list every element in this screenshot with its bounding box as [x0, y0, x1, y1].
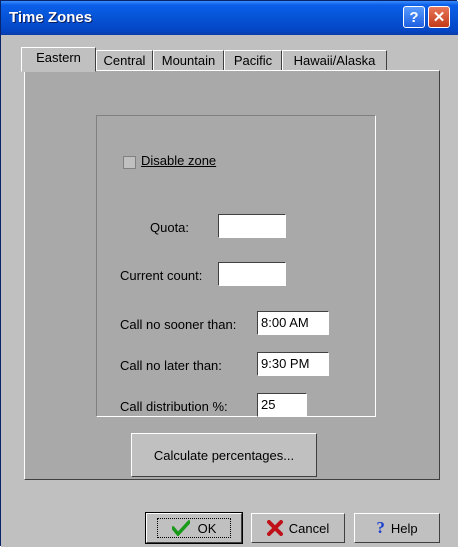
- cancel-label: Cancel: [288, 520, 330, 536]
- ok-focus: OK: [156, 518, 232, 538]
- tab-mountain[interactable]: Mountain: [153, 50, 224, 71]
- disable-zone-label[interactable]: Disable zone: [141, 153, 216, 168]
- call-no-sooner-field[interactable]: 8:00 AM: [257, 311, 329, 335]
- help-question-icon: ?: [376, 518, 385, 537]
- ok-label: OK: [197, 520, 217, 536]
- cancel-x-icon: [266, 520, 283, 536]
- call-no-later-label: Call no later than:: [120, 358, 222, 373]
- current-count-field[interactable]: [218, 262, 286, 286]
- tab-panel-eastern: Disable zone Quota: Current count: Call …: [24, 70, 440, 480]
- dialog-client: Eastern Central Mountain Pacific Hawaii/…: [1, 35, 458, 547]
- tab-central[interactable]: Central: [96, 50, 153, 71]
- time-zones-dialog: Time Zones ? ✕ Eastern Central Mountain …: [0, 0, 458, 547]
- title-bar[interactable]: Time Zones ? ✕: [1, 1, 458, 35]
- call-distribution-field[interactable]: 25: [257, 393, 307, 417]
- window-title: Time Zones: [9, 9, 93, 26]
- call-no-sooner-label: Call no sooner than:: [120, 317, 237, 332]
- zone-settings-group: Disable zone Quota: Current count: Call …: [96, 115, 376, 417]
- help-button[interactable]: ? Help: [354, 513, 440, 543]
- call-distribution-label: Call distribution %:: [120, 399, 228, 414]
- tab-pacific[interactable]: Pacific: [224, 50, 282, 71]
- quota-field[interactable]: [218, 214, 286, 238]
- current-count-label: Current count:: [120, 268, 203, 283]
- help-label: Help: [390, 520, 418, 536]
- calculate-percentages-button[interactable]: Calculate percentages...: [131, 433, 317, 477]
- close-icon[interactable]: ✕: [428, 6, 450, 28]
- tab-eastern[interactable]: Eastern: [21, 47, 96, 72]
- quota-label: Quota:: [150, 220, 190, 235]
- disable-zone-checkbox[interactable]: [123, 156, 136, 169]
- ok-button[interactable]: OK: [146, 513, 242, 543]
- cancel-button[interactable]: Cancel: [251, 513, 345, 543]
- help-icon[interactable]: ?: [403, 6, 425, 28]
- call-no-later-field[interactable]: 9:30 PM: [257, 352, 329, 376]
- checkmark-icon: [171, 520, 190, 536]
- tab-hawaii-alaska[interactable]: Hawaii/Alaska: [282, 50, 387, 71]
